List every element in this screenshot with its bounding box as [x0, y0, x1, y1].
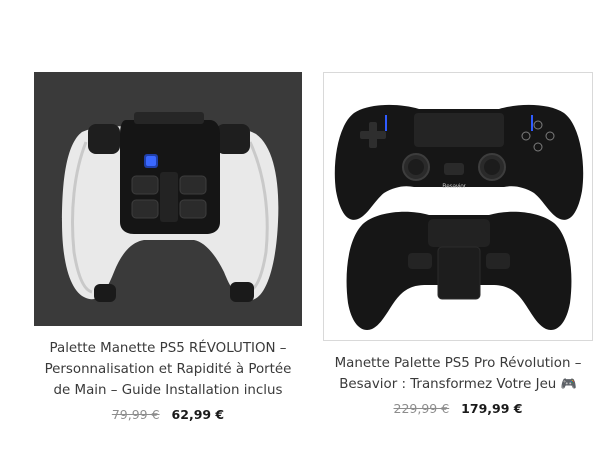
- product-image-link-1[interactable]: [34, 72, 302, 326]
- new-price-2: 179,99 €: [461, 401, 523, 416]
- new-price-1: 62,99 €: [171, 407, 225, 422]
- product-title-1[interactable]: Palette Manette PS5 RÉVOLUTION – Personn…: [43, 338, 293, 401]
- price-row-1: 79,99 € 62,99 €: [34, 407, 302, 422]
- product-card-1: Palette Manette PS5 RÉVOLUTION – Personn…: [34, 72, 302, 422]
- gamepad-icon: 🎮: [560, 377, 577, 392]
- product-card-2: Besavior Manette Palette PS5 Pro Révolut…: [323, 72, 593, 416]
- old-price-2: 229,99 €: [393, 401, 450, 416]
- price-row-2: 229,99 € 179,99 €: [323, 401, 593, 416]
- product-title-2[interactable]: Manette Palette PS5 Pro Révolution – Bes…: [317, 353, 599, 395]
- besavior-logo-text: Besavior: [442, 184, 465, 190]
- old-price-1: 79,99 €: [111, 407, 160, 422]
- white-controller-back-paddle-image: [62, 112, 279, 302]
- product-title-2-text: Manette Palette PS5 Pro Révolution – Bes…: [334, 356, 582, 392]
- product-image-link-2[interactable]: Besavior: [323, 72, 593, 341]
- black-controller-front-back-image: Besavior: [334, 104, 584, 330]
